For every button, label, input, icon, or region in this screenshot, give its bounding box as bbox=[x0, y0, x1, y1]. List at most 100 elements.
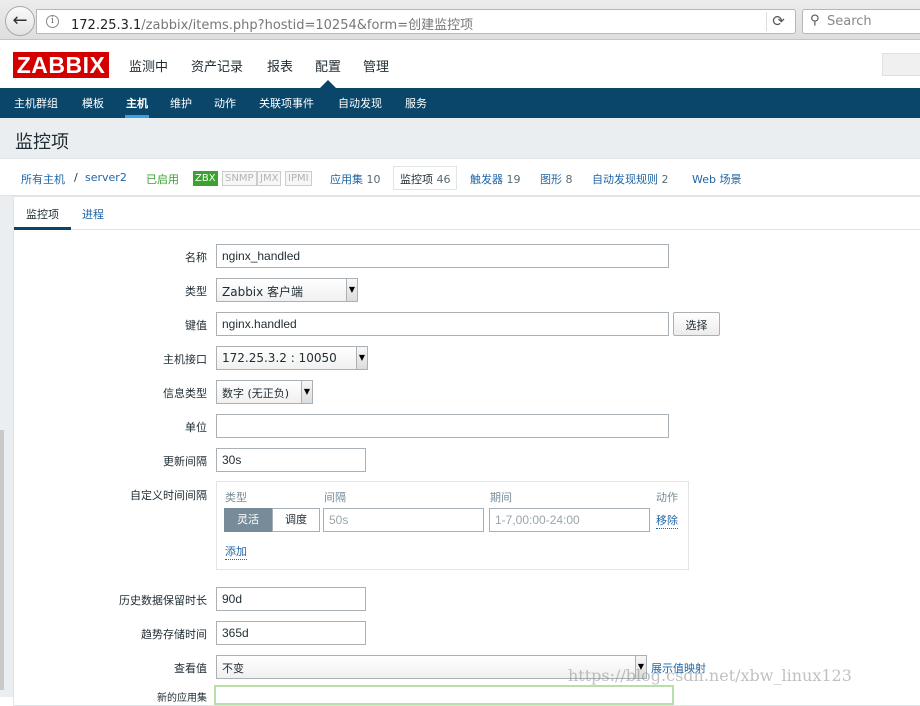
type-label: 类型 bbox=[185, 285, 207, 298]
page-scrollbar[interactable] bbox=[0, 430, 4, 690]
active-menu-indicator bbox=[320, 80, 336, 88]
trends-label: 趋势存储时间 bbox=[141, 628, 207, 641]
page-title: 监控项 bbox=[15, 132, 69, 153]
tab-preprocessing[interactable]: 进程 bbox=[82, 206, 104, 222]
name-label: 名称 bbox=[185, 251, 207, 264]
items-label: 监控项 bbox=[400, 173, 433, 186]
address-bar[interactable]: i 172.25.3.1/zabbix/items.php?hostid=102… bbox=[36, 9, 796, 34]
header-period: 期间 bbox=[490, 491, 512, 504]
submenu-maintenance[interactable]: 维护 bbox=[170, 95, 192, 111]
breadcrumb-host[interactable]: server2 bbox=[85, 171, 127, 184]
url-text: 172.25.3.1/zabbix/items.php?hostid=10254… bbox=[71, 14, 473, 33]
submenu-discovery[interactable]: 自动发现 bbox=[338, 95, 382, 111]
topmenu-monitoring[interactable]: 监测中 bbox=[129, 56, 168, 75]
type-scheduling-button[interactable]: 调度 bbox=[272, 508, 320, 532]
custom-period-input[interactable]: 1-7,00:00-24:00 bbox=[489, 508, 650, 532]
jmx-availability-badge: JMX bbox=[257, 171, 282, 186]
watermark: https://blog.csdn.net/xbw_linux123 bbox=[568, 666, 852, 685]
header-action: 动作 bbox=[656, 491, 678, 504]
topmenu-inventory[interactable]: 资产记录 bbox=[191, 56, 243, 75]
browser-search-input[interactable]: ⚲ Search bbox=[802, 9, 920, 34]
select-key-button[interactable]: 选择 bbox=[673, 312, 720, 336]
topmenu-configuration[interactable]: 配置 bbox=[315, 56, 341, 75]
interface-select[interactable]: 172.25.3.2 : 10050 ▼ bbox=[216, 346, 368, 370]
submenu-hosts[interactable]: 主机 bbox=[126, 95, 148, 111]
custom-intervals-label: 自定义时间间隔 bbox=[130, 489, 207, 502]
new-application-input[interactable] bbox=[214, 685, 674, 705]
triggers-label: 触发器 bbox=[470, 173, 503, 186]
header-type: 类型 bbox=[225, 491, 247, 504]
tab-item[interactable]: 监控项 bbox=[26, 206, 59, 222]
breadcrumb-separator: / bbox=[74, 171, 78, 184]
type-select-value: Zabbix 客户端 bbox=[222, 285, 304, 299]
info-icon[interactable]: i bbox=[46, 15, 59, 28]
breadcrumb-graphs[interactable]: 图形 8 bbox=[540, 171, 573, 187]
topmenu-administration[interactable]: 管理 bbox=[363, 56, 389, 75]
ipmi-availability-badge: IPMI bbox=[285, 171, 312, 186]
chevron-down-icon: ▼ bbox=[356, 347, 367, 369]
info-type-select-value: 数字 (无正负) bbox=[222, 387, 290, 400]
discovery-count: 2 bbox=[661, 173, 669, 186]
history-input[interactable]: 90d bbox=[216, 587, 366, 611]
info-type-label: 信息类型 bbox=[163, 387, 207, 400]
breadcrumb-items[interactable]: 监控项 46 bbox=[400, 171, 451, 187]
url-host: 172.25.3.1 bbox=[71, 18, 142, 33]
zbx-availability-badge: ZBX bbox=[193, 171, 218, 186]
info-type-select[interactable]: 数字 (无正负) ▼ bbox=[216, 380, 313, 404]
applications-count: 10 bbox=[366, 173, 381, 186]
triggers-count: 19 bbox=[506, 173, 521, 186]
status-enabled[interactable]: 已启用 bbox=[146, 171, 179, 187]
custom-interval-input[interactable]: 50s bbox=[323, 508, 484, 532]
type-flexible-button[interactable]: 灵活 bbox=[224, 508, 272, 532]
type-select[interactable]: Zabbix 客户端 ▼ bbox=[216, 278, 358, 302]
topmenu-reports[interactable]: 报表 bbox=[267, 56, 293, 75]
active-tab-underline bbox=[14, 227, 71, 230]
value-map-label: 查看值 bbox=[174, 662, 207, 675]
search-placeholder: Search bbox=[827, 14, 872, 29]
item-form: 监控项 进程 名称 nginx_handled 类型 Zabbix 客户端 ▼ 键… bbox=[13, 196, 920, 706]
header-interval: 间隔 bbox=[324, 491, 346, 504]
reload-icon[interactable]: ⟳ bbox=[766, 12, 790, 31]
units-input[interactable] bbox=[216, 414, 669, 438]
trends-input[interactable]: 365d bbox=[216, 621, 366, 645]
value-map-select-value: 不变 bbox=[222, 662, 244, 675]
zabbix-logo[interactable]: ZABBIX bbox=[13, 52, 109, 78]
submenu-services[interactable]: 服务 bbox=[405, 95, 427, 111]
custom-intervals-table: 类型 间隔 期间 动作 灵活 调度 50s 1-7,00:00-24:00 移除… bbox=[216, 481, 689, 570]
submenu-templates[interactable]: 模板 bbox=[82, 95, 104, 111]
interface-label: 主机接口 bbox=[163, 353, 207, 366]
breadcrumb-discovery-rules[interactable]: 自动发现规则 2 bbox=[592, 171, 669, 187]
breadcrumb: 所有主机 / server2 已启用 ZBX SNMP JMX IPMI 应用集… bbox=[0, 158, 920, 196]
url-path: /zabbix/items.php?hostid=10254&form=创建监控… bbox=[141, 18, 474, 33]
graphs-label: 图形 bbox=[540, 173, 562, 186]
breadcrumb-triggers[interactable]: 触发器 19 bbox=[470, 171, 521, 187]
update-interval-label: 更新间隔 bbox=[163, 455, 207, 468]
search-icon: ⚲ bbox=[810, 13, 820, 28]
page-body: 监控项 所有主机 / server2 已启用 ZBX SNMP JMX IPMI… bbox=[0, 118, 920, 706]
applications-label: 应用集 bbox=[330, 173, 363, 186]
units-label: 单位 bbox=[185, 421, 207, 434]
header-search-box[interactable] bbox=[882, 53, 920, 76]
breadcrumb-applications[interactable]: 应用集 10 bbox=[330, 171, 381, 187]
breadcrumb-all-hosts[interactable]: 所有主机 bbox=[21, 171, 65, 187]
items-count: 46 bbox=[436, 173, 451, 186]
sub-navigation: 主机群组 模板 主机 维护 动作 关联项事件 自动发现 服务 bbox=[0, 88, 920, 118]
snmp-availability-badge: SNMP bbox=[222, 171, 257, 186]
breadcrumb-web-scenarios[interactable]: Web 场景 bbox=[692, 171, 741, 187]
name-input[interactable]: nginx_handled bbox=[216, 244, 669, 268]
update-interval-input[interactable]: 30s bbox=[216, 448, 366, 472]
chevron-down-icon: ▼ bbox=[301, 381, 312, 403]
chevron-down-icon: ▼ bbox=[346, 279, 357, 301]
app-header: ZABBIX 监测中 资产记录 报表 配置 管理 bbox=[0, 40, 920, 88]
submenu-host-groups[interactable]: 主机群组 bbox=[14, 95, 58, 111]
add-interval-link[interactable]: 添加 bbox=[225, 543, 247, 560]
back-arrow-icon[interactable]: ← bbox=[5, 6, 35, 36]
submenu-actions[interactable]: 动作 bbox=[214, 95, 236, 111]
browser-toolbar: ← i 172.25.3.1/zabbix/items.php?hostid=1… bbox=[0, 0, 920, 40]
interface-select-value: 172.25.3.2 : 10050 bbox=[222, 351, 337, 365]
history-label: 历史数据保留时长 bbox=[119, 594, 207, 607]
submenu-correlation[interactable]: 关联项事件 bbox=[259, 95, 314, 111]
key-label: 键值 bbox=[185, 319, 207, 332]
remove-interval-link[interactable]: 移除 bbox=[656, 512, 678, 529]
key-input[interactable]: nginx.handled bbox=[216, 312, 669, 336]
